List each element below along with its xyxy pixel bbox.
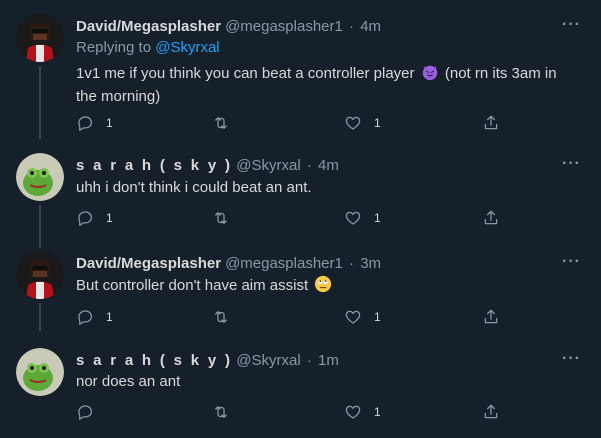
share-icon — [482, 403, 500, 421]
display-name[interactable]: David/Megasplasher — [76, 18, 221, 35]
share-button[interactable] — [482, 403, 500, 421]
timestamp[interactable]: 4m — [360, 18, 381, 35]
like-button[interactable]: 1 — [344, 308, 381, 326]
reply-icon — [76, 114, 94, 132]
retweet-button[interactable] — [212, 403, 230, 421]
share-icon — [482, 308, 500, 326]
like-button[interactable]: 1 — [344, 114, 381, 132]
tweet-2[interactable]: s a r a h ( s k y ) @Skyrxal · 4m ··· uhh… — [0, 153, 601, 248]
text-body: But controller don't have aim assist — [76, 277, 309, 294]
tweet-text: But controller don't have aim assist — [76, 275, 576, 299]
reply-count: 1 — [106, 211, 113, 225]
retweet-button[interactable] — [212, 209, 230, 227]
dot-separator: · — [349, 255, 355, 272]
share-button[interactable] — [482, 308, 500, 326]
retweet-icon — [212, 308, 230, 326]
like-count: 1 — [374, 116, 381, 130]
heart-icon — [344, 209, 362, 227]
more-options-icon[interactable]: ··· — [562, 350, 581, 368]
text-line1-after: (not rn its 3am in — [444, 65, 557, 82]
more-options-icon[interactable]: ··· — [562, 253, 581, 271]
display-name[interactable]: David/Megasplasher — [76, 255, 221, 272]
retweet-icon — [212, 403, 230, 421]
tweet-actions: 1 1 — [76, 308, 516, 328]
replying-prefix: Replying to — [76, 39, 152, 56]
thread-line — [39, 205, 41, 248]
reply-icon — [76, 308, 94, 326]
thread-line — [39, 66, 41, 139]
timestamp[interactable]: 3m — [360, 255, 381, 272]
share-button[interactable] — [482, 114, 500, 132]
retweet-button[interactable] — [212, 308, 230, 326]
retweet-icon — [212, 114, 230, 132]
tweet-text: uhh i don't think i could beat an ant. — [76, 179, 312, 196]
share-icon — [482, 209, 500, 227]
reply-button[interactable] — [76, 403, 94, 421]
tweet-header: s a r a h ( s k y ) @Skyrxal · 1m — [76, 352, 339, 369]
tweet-1[interactable]: David/Megasplasher @megasplasher1 · 4m ··… — [0, 14, 601, 139]
avatar-sarah[interactable] — [16, 153, 64, 201]
reply-button[interactable]: 1 — [76, 308, 113, 326]
more-options-icon[interactable]: ··· — [562, 16, 581, 34]
more-options-icon[interactable]: ··· — [562, 155, 581, 173]
text-line1: 1v1 me if you think you can beat a contr… — [76, 65, 415, 82]
share-icon — [482, 114, 500, 132]
reply-icon — [76, 403, 94, 421]
handle[interactable]: @Skyrxal — [236, 157, 300, 174]
like-count: 1 — [374, 405, 381, 419]
reply-button[interactable]: 1 — [76, 114, 113, 132]
face-with-rolling-eyes-emoji-icon — [314, 275, 332, 299]
timestamp[interactable]: 4m — [318, 157, 339, 174]
dot-separator: · — [306, 352, 312, 369]
tweet-actions: 1 1 — [76, 209, 516, 229]
reply-icon — [76, 209, 94, 227]
text-line2: the morning) — [76, 88, 161, 105]
reply-count: 1 — [106, 116, 113, 130]
retweet-icon — [212, 209, 230, 227]
tweet-header: s a r a h ( s k y ) @Skyrxal · 4m — [76, 157, 339, 174]
tweet-actions: 1 — [76, 403, 516, 423]
avatar-david[interactable] — [16, 251, 64, 299]
handle[interactable]: @megasplasher1 — [225, 18, 343, 35]
replying-link[interactable]: @Skyrxal — [155, 39, 219, 56]
timestamp[interactable]: 1m — [318, 352, 339, 369]
like-button[interactable]: 1 — [344, 403, 381, 421]
tweet-4[interactable]: s a r a h ( s k y ) @Skyrxal · 1m ··· nor… — [0, 348, 601, 433]
handle[interactable]: @megasplasher1 — [225, 255, 343, 272]
heart-icon — [344, 114, 362, 132]
handle[interactable]: @Skyrxal — [236, 352, 300, 369]
reply-button[interactable]: 1 — [76, 209, 113, 227]
like-count: 1 — [374, 310, 381, 324]
thread-line — [39, 303, 41, 331]
tweet-text: 1v1 me if you think you can beat a contr… — [76, 63, 576, 107]
tweet-3[interactable]: David/Megasplasher @megasplasher1 · 3m ··… — [0, 251, 601, 331]
avatar-sarah[interactable] — [16, 348, 64, 396]
avatar-david[interactable] — [16, 14, 64, 62]
share-button[interactable] — [482, 209, 500, 227]
tweet-header: David/Megasplasher @megasplasher1 · 3m — [76, 255, 381, 272]
smiling-devil-emoji-icon — [421, 63, 439, 87]
replying-to: Replying to @Skyrxal — [76, 39, 220, 56]
dot-separator: · — [306, 157, 312, 174]
like-button[interactable]: 1 — [344, 209, 381, 227]
display-name[interactable]: s a r a h ( s k y ) — [76, 352, 232, 369]
heart-icon — [344, 403, 362, 421]
display-name[interactable]: s a r a h ( s k y ) — [76, 157, 232, 174]
retweet-button[interactable] — [212, 114, 230, 132]
tweet-header: David/Megasplasher @megasplasher1 · 4m — [76, 18, 381, 35]
dot-separator: · — [349, 18, 355, 35]
reply-count: 1 — [106, 310, 113, 324]
tweet-actions: 1 1 — [76, 114, 516, 134]
tweet-text: nor does an ant — [76, 373, 181, 390]
heart-icon — [344, 308, 362, 326]
like-count: 1 — [374, 211, 381, 225]
